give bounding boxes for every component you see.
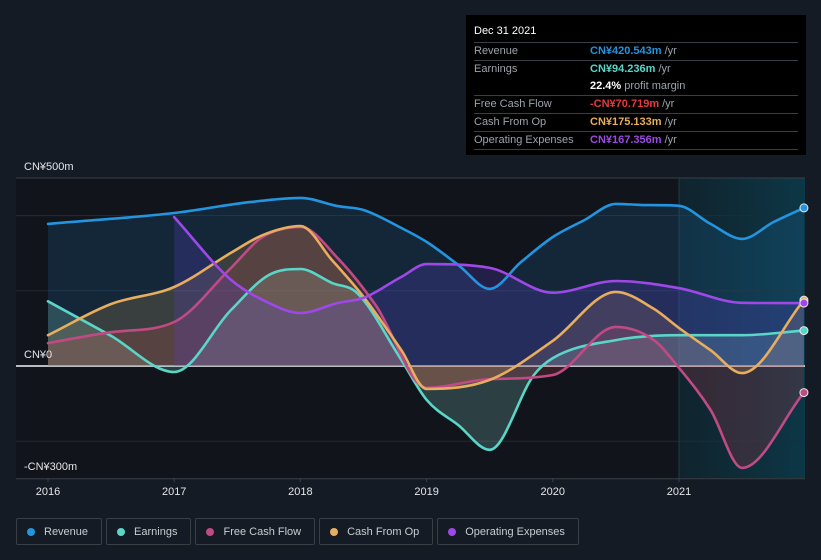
tooltip-unit: /yr — [658, 63, 671, 75]
cash-from-op-dot-icon — [330, 527, 339, 536]
tooltip-value: 22.4% — [590, 80, 622, 92]
x-tick-label: 2021 — [667, 486, 691, 498]
y-tick-label: -CN¥300m — [24, 461, 77, 473]
revenue-dot-icon — [27, 527, 35, 536]
legend-item-earnings[interactable]: Earnings — [106, 518, 192, 545]
tooltip-label: Cash From Op — [474, 116, 547, 128]
tooltip-row-revenue: Revenue CN¥420.543m /yr — [474, 43, 798, 61]
legend-item-cash-from-op[interactable]: Cash From Op — [319, 518, 434, 545]
tooltip-value: CN¥420.543m — [590, 45, 662, 57]
tooltip-row-operating-expenses: Operating Expenses CN¥167.356m /yr — [474, 132, 798, 150]
tooltip-label: Free Cash Flow — [474, 98, 552, 110]
operating-expenses-dot-icon — [448, 527, 457, 536]
x-tick-label: 2017 — [162, 486, 186, 498]
x-tick-label: 2018 — [288, 486, 312, 498]
earnings-dot-icon — [117, 527, 126, 536]
tooltip-value: -CN¥70.719m — [590, 98, 660, 110]
tooltip-unit: /yr — [664, 116, 677, 128]
free-cash-flow-end-point[interactable] — [799, 388, 809, 398]
data-tooltip: Dec 31 2021 Revenue CN¥420.543m /yr Earn… — [466, 15, 806, 155]
legend-item-free-cash-flow[interactable]: Free Cash Flow — [195, 518, 316, 545]
tooltip-label — [474, 78, 590, 95]
legend-label: Earnings — [134, 525, 178, 538]
tooltip-value: CN¥175.133m — [590, 116, 662, 128]
tooltip-label: Earnings — [474, 63, 518, 75]
tooltip-row-cash-from-op: Cash From Op CN¥175.133m /yr — [474, 114, 798, 132]
legend-item-revenue[interactable]: Revenue — [16, 518, 103, 545]
legend-label: Cash From Op — [347, 525, 420, 538]
tooltip-date: Dec 31 2021 — [474, 23, 798, 43]
earnings-end-point[interactable] — [799, 326, 809, 336]
tooltip-unit: /yr — [662, 98, 675, 110]
y-tick-label: CN¥500m — [24, 161, 74, 173]
legend-label: Revenue — [44, 525, 89, 538]
legend-item-operating-expenses[interactable]: Operating Expenses — [437, 518, 579, 545]
operating-expenses-end-point[interactable] — [799, 298, 809, 308]
free-cash-flow-dot-icon — [206, 527, 215, 536]
chart-legend: Revenue Earnings Free Cash Flow Cash Fro… — [16, 518, 579, 545]
revenue-end-point[interactable] — [799, 203, 809, 213]
y-tick-label: CN¥0 — [24, 349, 52, 361]
tooltip-unit: profit margin — [624, 80, 686, 92]
tooltip-value: CN¥167.356m — [590, 134, 662, 146]
tooltip-label: Operating Expenses — [474, 134, 574, 146]
tooltip-row-earnings: Earnings CN¥94.236m /yr — [474, 61, 798, 78]
tooltip-value: CN¥94.236m — [590, 63, 656, 75]
x-tick-label: 2016 — [36, 486, 60, 498]
legend-label: Free Cash Flow — [223, 525, 302, 538]
x-tick-label: 2019 — [414, 486, 438, 498]
tooltip-row-free-cash-flow: Free Cash Flow -CN¥70.719m /yr — [474, 96, 798, 114]
tooltip-unit: /yr — [664, 134, 677, 146]
tooltip-label: Revenue — [474, 45, 519, 57]
x-tick-label: 2020 — [541, 486, 565, 498]
legend-label: Operating Expenses — [465, 525, 565, 538]
tooltip-row-profit-margin: 22.4% profit margin — [474, 78, 798, 96]
tooltip-unit: /yr — [664, 45, 677, 57]
